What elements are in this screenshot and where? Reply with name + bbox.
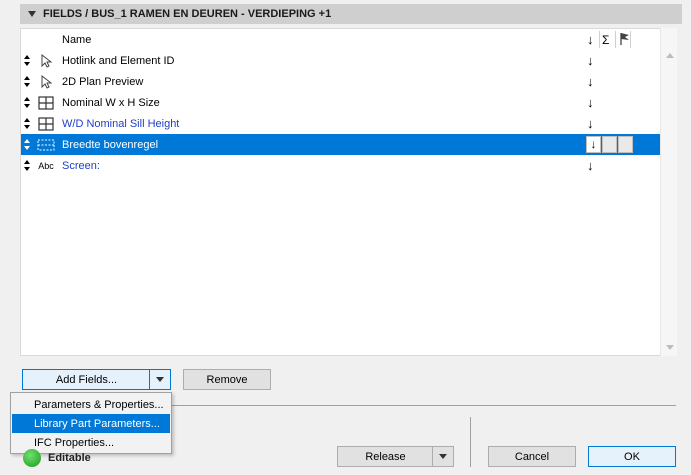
chevron-down-icon	[439, 454, 447, 459]
list-item[interactable]: Hotlink and Element ID ↓	[21, 50, 661, 71]
list-header-row: Name ↓ Σ	[21, 29, 661, 50]
collapse-triangle-icon[interactable]	[28, 11, 36, 17]
reorder-handle-icon[interactable]	[24, 159, 32, 172]
vertical-scrollbar[interactable]	[660, 28, 677, 356]
sort-toggle[interactable]: ↓	[586, 136, 601, 153]
reorder-handle-icon[interactable]	[24, 117, 32, 130]
dotted-frame-icon	[37, 137, 55, 153]
chevron-down-icon	[156, 377, 164, 382]
cancel-button[interactable]: Cancel	[488, 446, 576, 467]
separator	[470, 417, 471, 467]
list-item[interactable]: Abc Screen: ↓	[21, 155, 661, 176]
add-fields-button[interactable]: Add Fields...	[22, 369, 171, 390]
sort-arrow-icon[interactable]: ↓	[587, 117, 594, 130]
cursor-arrow-icon	[37, 74, 55, 90]
sort-arrow-icon[interactable]: ↓	[587, 96, 594, 109]
remove-button[interactable]: Remove	[183, 369, 271, 390]
menu-item-parameters-properties[interactable]: Parameters & Properties...	[12, 395, 170, 414]
list-item[interactable]: Nominal W x H Size ↓	[21, 92, 661, 113]
reorder-handle-icon[interactable]	[24, 96, 32, 109]
flag-toggle[interactable]	[618, 136, 633, 153]
fields-list[interactable]: Name ↓ Σ Hotlink and Element ID ↓ 2D Pla…	[20, 28, 676, 356]
list-item-label: Screen:	[62, 159, 100, 172]
sort-arrow-icon[interactable]: ↓	[587, 159, 594, 172]
window-grid-icon	[37, 116, 55, 132]
list-item-label: Nominal W x H Size	[62, 96, 160, 109]
list-item-label: Breedte bovenregel	[62, 138, 159, 151]
release-button[interactable]: Release	[337, 446, 454, 467]
sort-arrow-icon[interactable]: ↓	[587, 54, 594, 67]
sort-arrow-icon[interactable]: ↓	[587, 75, 594, 88]
list-item-label: Hotlink and Element ID	[62, 54, 175, 67]
list-item-label: 2D Plan Preview	[62, 75, 144, 88]
section-title: FIELDS / BUS_1 RAMEN EN DEUREN - VERDIEP…	[43, 8, 332, 20]
list-item[interactable]: 2D Plan Preview ↓	[21, 71, 661, 92]
sort-column-header[interactable]: ↓	[587, 33, 594, 46]
row-option-boxes: ↓	[586, 136, 634, 153]
reorder-handle-icon[interactable]	[24, 138, 32, 151]
section-header[interactable]: FIELDS / BUS_1 RAMEN EN DEUREN - VERDIEP…	[20, 4, 682, 24]
list-item-label: W/D Nominal Sill Height	[62, 117, 180, 130]
column-header-name: Name	[62, 33, 92, 46]
list-item-selected[interactable]: Breedte bovenregel ↓	[21, 134, 661, 155]
scroll-down-icon[interactable]	[666, 345, 674, 350]
cursor-arrow-icon	[37, 53, 55, 69]
add-fields-menu: Parameters & Properties... Library Part …	[10, 392, 172, 454]
list-item[interactable]: W/D Nominal Sill Height ↓	[21, 113, 661, 134]
add-fields-label: Add Fields...	[55, 373, 118, 386]
release-dropdown[interactable]	[432, 447, 453, 466]
sum-column-header[interactable]: Σ	[602, 33, 609, 47]
scroll-up-icon[interactable]	[666, 53, 674, 58]
release-label: Release	[365, 450, 406, 463]
window-grid-icon	[37, 95, 55, 111]
reorder-handle-icon[interactable]	[24, 75, 32, 88]
column-separator	[599, 31, 600, 48]
abc-text-icon: Abc	[38, 160, 54, 171]
reorder-handle-icon[interactable]	[24, 54, 32, 67]
column-separator	[615, 31, 616, 48]
status-text: Editable	[48, 452, 91, 464]
menu-item-library-part-parameters[interactable]: Library Part Parameters...	[12, 414, 170, 433]
sum-toggle[interactable]	[602, 136, 617, 153]
column-separator	[630, 31, 631, 48]
add-fields-dropdown[interactable]	[149, 370, 170, 389]
ok-button[interactable]: OK	[588, 446, 676, 467]
status-indicator-icon	[23, 449, 41, 467]
